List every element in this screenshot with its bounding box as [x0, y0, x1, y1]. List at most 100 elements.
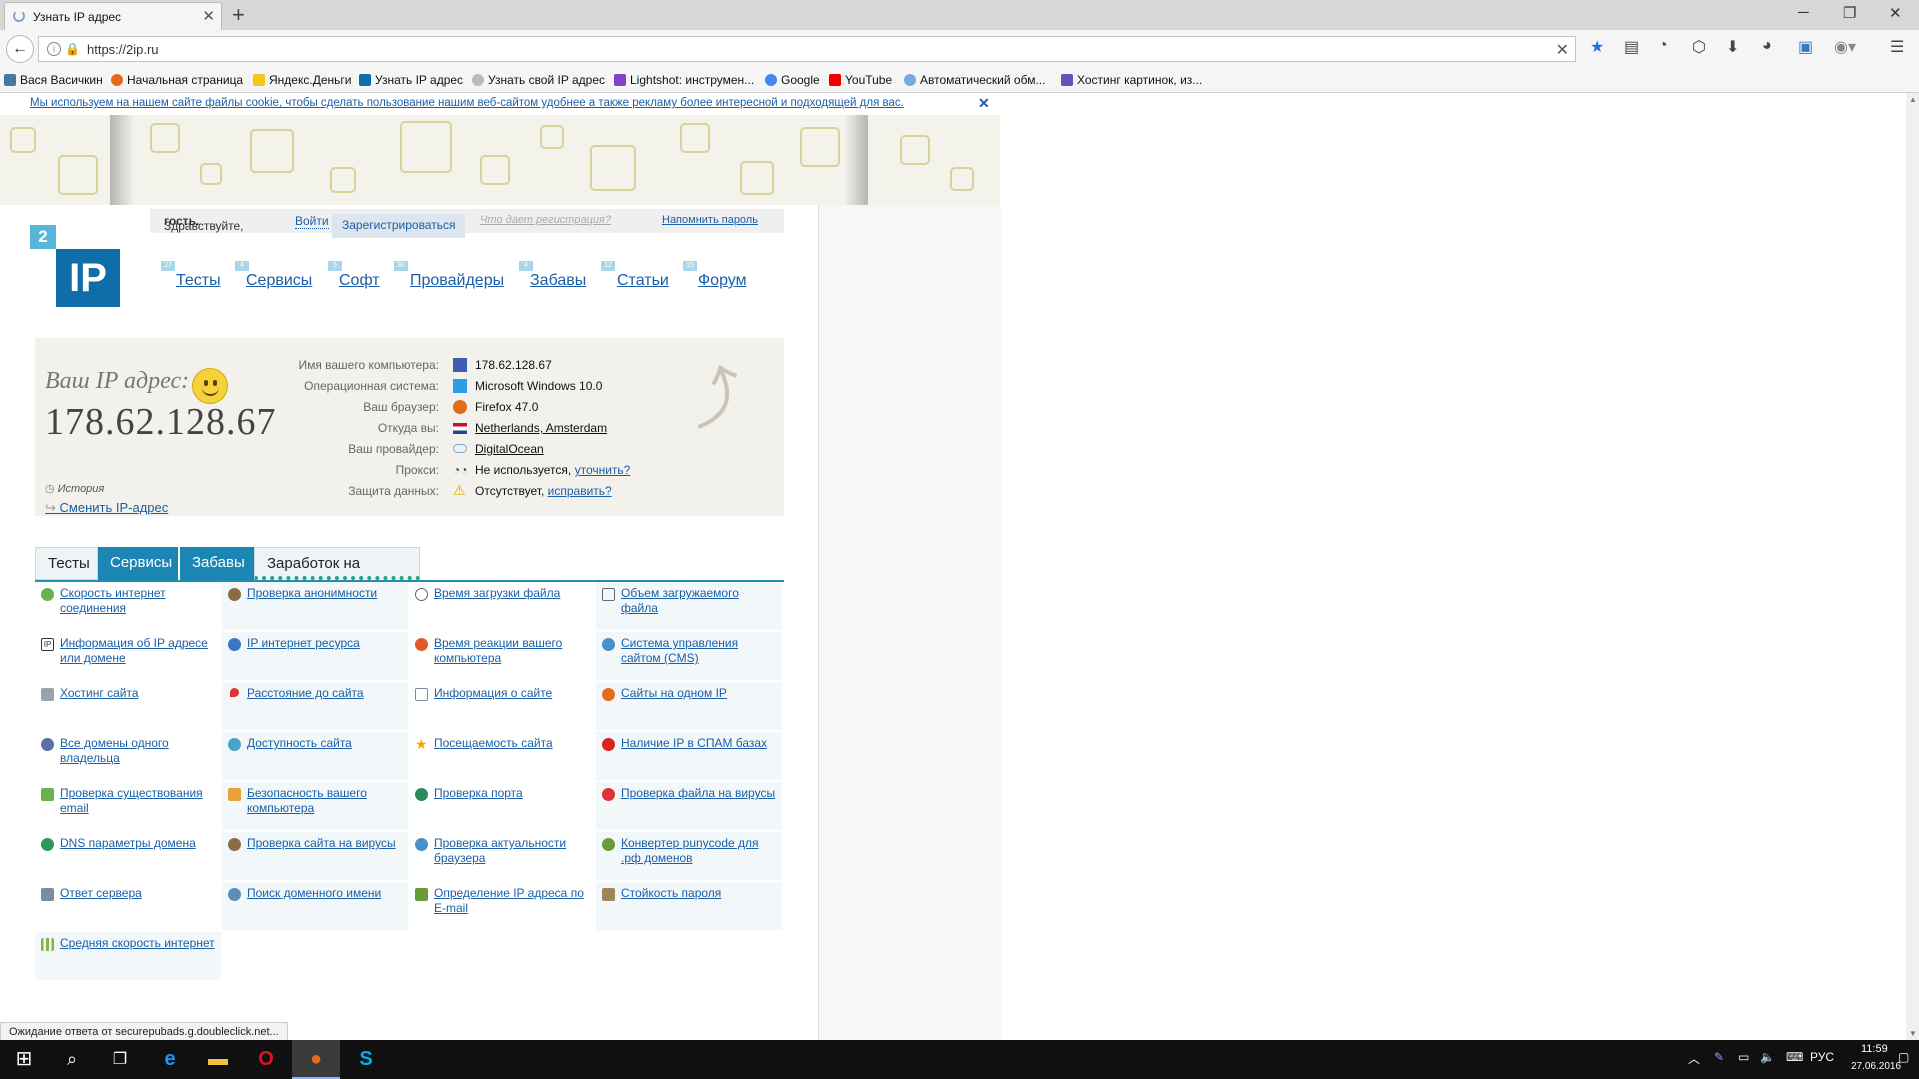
tab-fun[interactable]: Забавы [180, 547, 254, 580]
login-link[interactable]: Войти [295, 214, 329, 229]
service-item[interactable]: IP интернет ресурса [222, 632, 408, 680]
language-indicator[interactable]: РУС [1810, 1050, 1834, 1064]
tray-chevron-icon[interactable]: ︿ [1688, 1050, 1700, 1067]
vpn-icon[interactable]: ◉▾ [1834, 37, 1856, 57]
service-item[interactable]: Время загрузки файла [409, 582, 595, 630]
history-link[interactable]: ◷ История [45, 482, 104, 495]
change-ip-link[interactable]: ↪ Сменить IP-адрес [45, 500, 168, 516]
menu-item-tests[interactable]: Тесты [176, 272, 221, 290]
close-tab-icon[interactable]: ✕ [202, 7, 215, 25]
service-item[interactable]: Безопасность вашего компьютера [222, 782, 408, 830]
location-link[interactable]: Netherlands, Amsterdam [475, 421, 607, 435]
close-window-button[interactable]: ✕ [1889, 4, 1902, 22]
network-icon[interactable]: ▭ [1738, 1050, 1749, 1064]
clock-time[interactable]: 11:59 [1861, 1043, 1888, 1055]
service-item[interactable]: Средняя скорость интернет [35, 932, 221, 980]
bookmark-item[interactable]: Узнать свой IP адрес [472, 73, 605, 87]
menu-icon[interactable]: ☰ [1890, 37, 1904, 57]
service-item[interactable]: Проверка порта [409, 782, 595, 830]
history-icon[interactable]: ◔ [1658, 37, 1668, 55]
pen-icon[interactable]: ✎ [1714, 1050, 1724, 1064]
menu-item-software[interactable]: Софт [339, 272, 380, 290]
service-item[interactable]: DNS параметры домена [35, 832, 221, 880]
tab-services[interactable]: Сервисы [98, 547, 178, 580]
windows-start-icon[interactable]: ⊞ [0, 1040, 48, 1079]
extension-icon[interactable]: ▣ [1798, 37, 1813, 57]
info-icon[interactable]: i [47, 42, 61, 56]
scroll-down-icon[interactable]: ▼ [1909, 1029, 1917, 1038]
menu-item-providers[interactable]: Провайдеры [410, 272, 504, 290]
search-icon[interactable]: ⌕ [48, 1040, 96, 1079]
site-logo[interactable]: 2 IP [30, 225, 122, 313]
register-button[interactable]: Зарегистрироваться [332, 214, 466, 238]
service-item[interactable]: Стойкость пароля [596, 882, 782, 930]
bookmark-item[interactable]: Хостинг картинок, из... [1061, 73, 1202, 87]
provider-link[interactable]: DigitalOcean [475, 442, 544, 456]
tab-traffic-earnings[interactable]: Заработок на трафике [254, 547, 420, 603]
why-register-link[interactable]: Что дает регистрация? [480, 214, 611, 226]
service-item[interactable]: Ответ сервера [35, 882, 221, 930]
ip-address[interactable]: 178.62.128.67 [45, 400, 277, 444]
url-text[interactable]: https://2ip.ru [87, 42, 159, 57]
notifications-icon[interactable]: ▢ [1898, 1050, 1909, 1064]
clock-date[interactable]: 27.06.2016 [1851, 1061, 1901, 1072]
service-item[interactable]: Наличие IP в СПАМ базах [596, 732, 782, 780]
menu-item-services[interactable]: Сервисы [246, 272, 312, 290]
service-item[interactable]: Сайты на одном IP [596, 682, 782, 730]
service-item[interactable]: Определение IP адреса по E-mail [409, 882, 595, 930]
service-item[interactable]: Проверка актуальности браузера [409, 832, 595, 880]
pocket-icon[interactable]: ⬡ [1692, 37, 1706, 57]
stop-icon[interactable]: ✕ [1556, 40, 1569, 60]
clarify-link[interactable]: уточнить? [575, 463, 631, 477]
bookmark-item[interactable]: Google [765, 73, 820, 87]
menu-item-articles[interactable]: Статьи [617, 272, 669, 290]
service-item[interactable]: Доступность сайта [222, 732, 408, 780]
service-item[interactable]: Поиск доменного имени [222, 882, 408, 930]
service-item[interactable]: Информация о сайте [409, 682, 595, 730]
reading-list-icon[interactable]: ▤ [1624, 37, 1639, 57]
tab-tests[interactable]: Тесты [35, 547, 98, 580]
service-item[interactable]: Хостинг сайта [35, 682, 221, 730]
opera-icon[interactable]: O [242, 1040, 290, 1079]
minimize-button[interactable]: ─ [1798, 4, 1809, 21]
close-icon[interactable]: ✕ [978, 95, 990, 112]
service-item[interactable]: Скорость интернет соединения [35, 582, 221, 630]
chat-icon[interactable]: ◕ [1762, 37, 1772, 55]
service-item[interactable]: Система управления сайтом (CMS) [596, 632, 782, 680]
file-explorer-icon[interactable]: ▬ [194, 1040, 242, 1079]
maximize-button[interactable]: ❐ [1843, 4, 1856, 22]
service-item[interactable]: Все домены одного владельца [35, 732, 221, 780]
menu-item-fun[interactable]: Забавы [530, 272, 586, 290]
service-item[interactable]: Объем загружаемого файла [596, 582, 782, 630]
bookmark-item[interactable]: Вася Васичкин [4, 73, 103, 87]
keyboard-icon[interactable]: ⌨ [1786, 1050, 1803, 1064]
skype-icon[interactable]: S [342, 1040, 390, 1079]
service-item[interactable]: Проверка файла на вирусы [596, 782, 782, 830]
service-item[interactable]: Конвертер punycode для .рф доменов [596, 832, 782, 880]
bookmark-item[interactable]: Автоматический обм... [904, 73, 1045, 87]
bookmark-star-icon[interactable]: ★ [1590, 37, 1604, 57]
bookmark-item[interactable]: Яндекс.Деньги [253, 73, 351, 87]
download-icon[interactable]: ⬇ [1726, 37, 1739, 57]
service-item[interactable]: Время реакции вашего компьютера [409, 632, 595, 680]
service-item[interactable]: IP Информация об IP адресе или домене [35, 632, 221, 680]
address-bar[interactable]: i 🔒 https://2ip.ru ✕ [38, 36, 1576, 62]
service-item[interactable]: Расстояние до сайта [222, 682, 408, 730]
bookmark-item[interactable]: YouTube [829, 73, 892, 87]
back-button[interactable]: ← [6, 35, 34, 63]
page-scrollbar[interactable]: ▲ ▼ [1906, 93, 1919, 1040]
bookmark-item[interactable]: Lightshot: инструмен... [614, 73, 754, 87]
firefox-taskbar-icon[interactable]: ● [292, 1040, 340, 1079]
bookmark-item[interactable]: Начальная страница [111, 73, 243, 87]
new-tab-button[interactable]: + [232, 2, 245, 28]
edge-icon[interactable]: e [146, 1040, 194, 1079]
service-item[interactable]: Проверка существования email [35, 782, 221, 830]
fix-link[interactable]: исправить? [548, 484, 612, 498]
bookmark-item[interactable]: Узнать IP адрес [359, 73, 463, 87]
service-item[interactable]: Проверка сайта на вирусы [222, 832, 408, 880]
volume-icon[interactable]: 🔈 [1760, 1050, 1775, 1064]
task-view-icon[interactable]: ❐ [96, 1040, 144, 1079]
service-item[interactable]: Проверка анонимности [222, 582, 408, 630]
forgot-password-link[interactable]: Напомнить пароль [662, 214, 758, 226]
browser-tab[interactable]: Узнать IP адрес ✕ [4, 2, 222, 30]
